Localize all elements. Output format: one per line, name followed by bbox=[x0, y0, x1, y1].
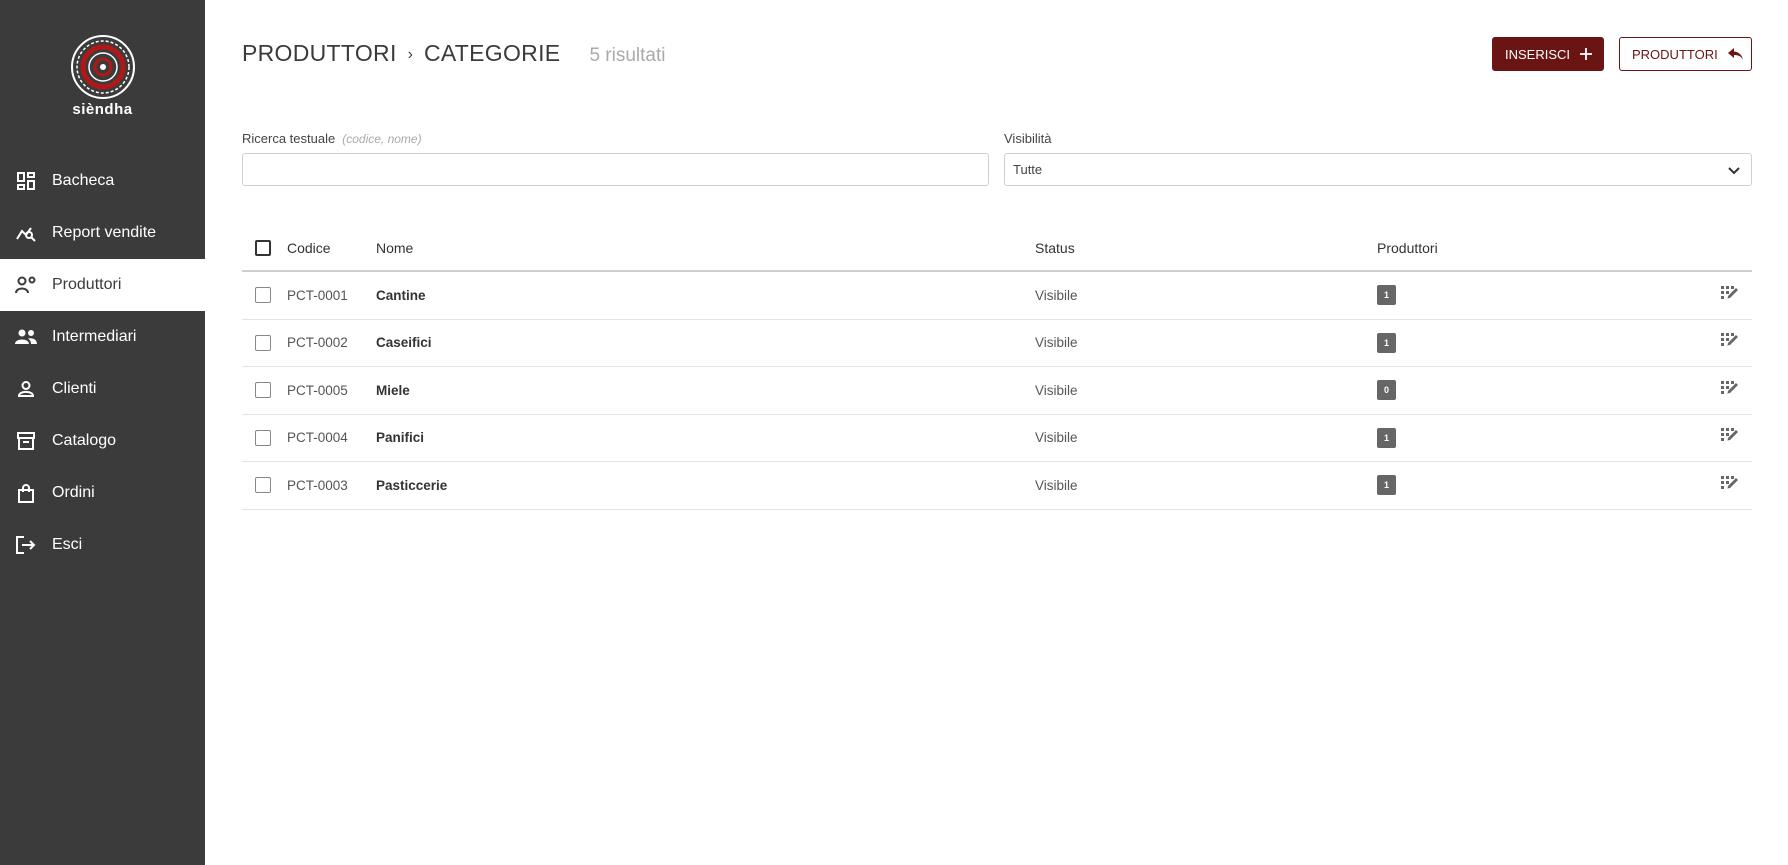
sidebar-item-label: Intermediari bbox=[52, 328, 137, 345]
sidebar-item-produttori[interactable]: Produttori bbox=[0, 259, 205, 311]
visibility-select[interactable]: Tutte bbox=[1004, 153, 1752, 186]
brand-logo[interactable]: sièndha bbox=[0, 34, 205, 118]
dashboard-icon bbox=[15, 170, 37, 192]
categories-table: Codice Nome Status Produttori PCT-0001 C… bbox=[242, 225, 1752, 510]
plus-icon bbox=[1580, 48, 1593, 60]
sidebar-item-label: Produttori bbox=[52, 276, 122, 293]
table-row[interactable]: PCT-0001 Cantine Visibile 1 bbox=[242, 272, 1752, 320]
breadcrumb: PRODUTTORI › CATEGORIE 5 risultati bbox=[242, 40, 665, 70]
sidebar-item-label: Bacheca bbox=[52, 172, 115, 189]
sidebar-item-label: Esci bbox=[52, 536, 83, 553]
insert-button-label: INSERISCI bbox=[1505, 46, 1571, 62]
select-all-checkbox[interactable] bbox=[255, 239, 271, 256]
sidebar-item-bacheca[interactable]: Bacheca bbox=[0, 155, 205, 207]
producers-count-badge: 1 bbox=[1377, 285, 1396, 306]
breadcrumb-produttori[interactable]: PRODUTTORI bbox=[242, 40, 397, 67]
producers-count-badge: 1 bbox=[1377, 332, 1396, 353]
brand-name: sièndha bbox=[72, 101, 133, 118]
person-gear-icon bbox=[15, 274, 37, 296]
logo-emblem-icon bbox=[70, 35, 135, 99]
table-row[interactable]: PCT-0005 Miele Visibile 0 bbox=[242, 367, 1752, 415]
visibility-select-value: Tutte bbox=[1013, 162, 1043, 177]
row-name: Pasticcerie bbox=[376, 477, 448, 493]
row-code: PCT-0001 bbox=[287, 287, 348, 303]
sidebar: sièndha Bacheca Report vendite Produttor… bbox=[0, 0, 205, 865]
column-header-code[interactable]: Codice bbox=[287, 240, 376, 256]
back-button-label: PRODUTTORI bbox=[1632, 46, 1718, 62]
page-title: CATEGORIE bbox=[423, 40, 561, 66]
table-row[interactable]: PCT-0002 Caseifici Visibile 1 bbox=[242, 320, 1752, 367]
producers-count-badge: 1 bbox=[1377, 475, 1396, 496]
archive-icon bbox=[15, 430, 37, 452]
result-count: 5 risultati bbox=[589, 45, 666, 66]
search-label: Ricerca testuale (codice, nome) bbox=[242, 131, 422, 146]
sidebar-item-ordini[interactable]: Ordini bbox=[0, 467, 205, 519]
sidebar-item-esci[interactable]: Esci bbox=[0, 519, 205, 571]
row-checkbox[interactable] bbox=[255, 477, 271, 494]
insert-button[interactable]: INSERISCI bbox=[1492, 37, 1604, 71]
visibility-label: Visibilità bbox=[1004, 131, 1052, 146]
row-status: Visibile bbox=[1035, 477, 1078, 493]
sidebar-item-catalogo[interactable]: Catalogo bbox=[0, 415, 205, 467]
producers-count-badge: 0 bbox=[1377, 380, 1396, 401]
table-header: Codice Nome Status Produttori bbox=[242, 225, 1752, 272]
search-label-text: Ricerca testuale bbox=[242, 131, 336, 146]
row-code: PCT-0005 bbox=[287, 382, 348, 398]
chevron-down-icon bbox=[1727, 163, 1741, 180]
breadcrumb-separator: › bbox=[407, 46, 413, 63]
edit-icon[interactable] bbox=[1721, 475, 1738, 495]
table-row[interactable]: PCT-0004 Panifici Visibile 1 bbox=[242, 415, 1752, 462]
row-status: Visibile bbox=[1035, 430, 1078, 446]
row-checkbox[interactable] bbox=[255, 287, 271, 304]
row-checkbox[interactable] bbox=[255, 382, 271, 399]
row-checkbox[interactable] bbox=[255, 334, 271, 351]
sidebar-nav: Bacheca Report vendite Produttori Interm… bbox=[0, 155, 205, 571]
reply-arrow-icon bbox=[1727, 48, 1743, 60]
chart-search-icon bbox=[15, 222, 37, 244]
row-name: Caseifici bbox=[376, 335, 432, 351]
sidebar-item-label: Report vendite bbox=[52, 224, 157, 241]
edit-icon[interactable] bbox=[1721, 285, 1738, 305]
edit-icon[interactable] bbox=[1721, 428, 1738, 447]
row-name: Panifici bbox=[376, 430, 425, 446]
row-checkbox[interactable] bbox=[255, 429, 271, 446]
search-input[interactable] bbox=[242, 153, 989, 186]
column-header-producers[interactable]: Produttori bbox=[1377, 240, 1707, 256]
back-to-produttori-button[interactable]: PRODUTTORI bbox=[1619, 37, 1752, 71]
column-header-status[interactable]: Status bbox=[1035, 240, 1377, 256]
logout-icon bbox=[15, 534, 37, 556]
row-status: Visibile bbox=[1035, 287, 1078, 303]
people-icon bbox=[15, 326, 37, 348]
row-name: Miele bbox=[376, 382, 410, 398]
edit-icon[interactable] bbox=[1721, 380, 1738, 400]
row-code: PCT-0003 bbox=[287, 477, 348, 493]
sidebar-item-label: Clienti bbox=[52, 380, 97, 397]
row-status: Visibile bbox=[1035, 335, 1078, 351]
sidebar-item-label: Ordini bbox=[52, 484, 95, 501]
person-icon bbox=[15, 378, 37, 400]
row-name: Cantine bbox=[376, 287, 426, 303]
producers-count-badge: 1 bbox=[1377, 427, 1396, 448]
sidebar-item-intermediari[interactable]: Intermediari bbox=[0, 311, 205, 363]
row-status: Visibile bbox=[1035, 382, 1078, 398]
sidebar-item-clienti[interactable]: Clienti bbox=[0, 363, 205, 415]
search-hint: (codice, nome) bbox=[342, 132, 422, 146]
row-code: PCT-0002 bbox=[287, 335, 348, 351]
table-row[interactable]: PCT-0003 Pasticcerie Visibile 1 bbox=[242, 462, 1752, 510]
shopping-bag-icon bbox=[15, 482, 37, 504]
sidebar-item-label: Catalogo bbox=[52, 432, 117, 449]
column-header-name[interactable]: Nome bbox=[376, 240, 1035, 256]
row-code: PCT-0004 bbox=[287, 430, 348, 446]
sidebar-item-report-vendite[interactable]: Report vendite bbox=[0, 207, 205, 259]
edit-icon[interactable] bbox=[1721, 333, 1738, 352]
